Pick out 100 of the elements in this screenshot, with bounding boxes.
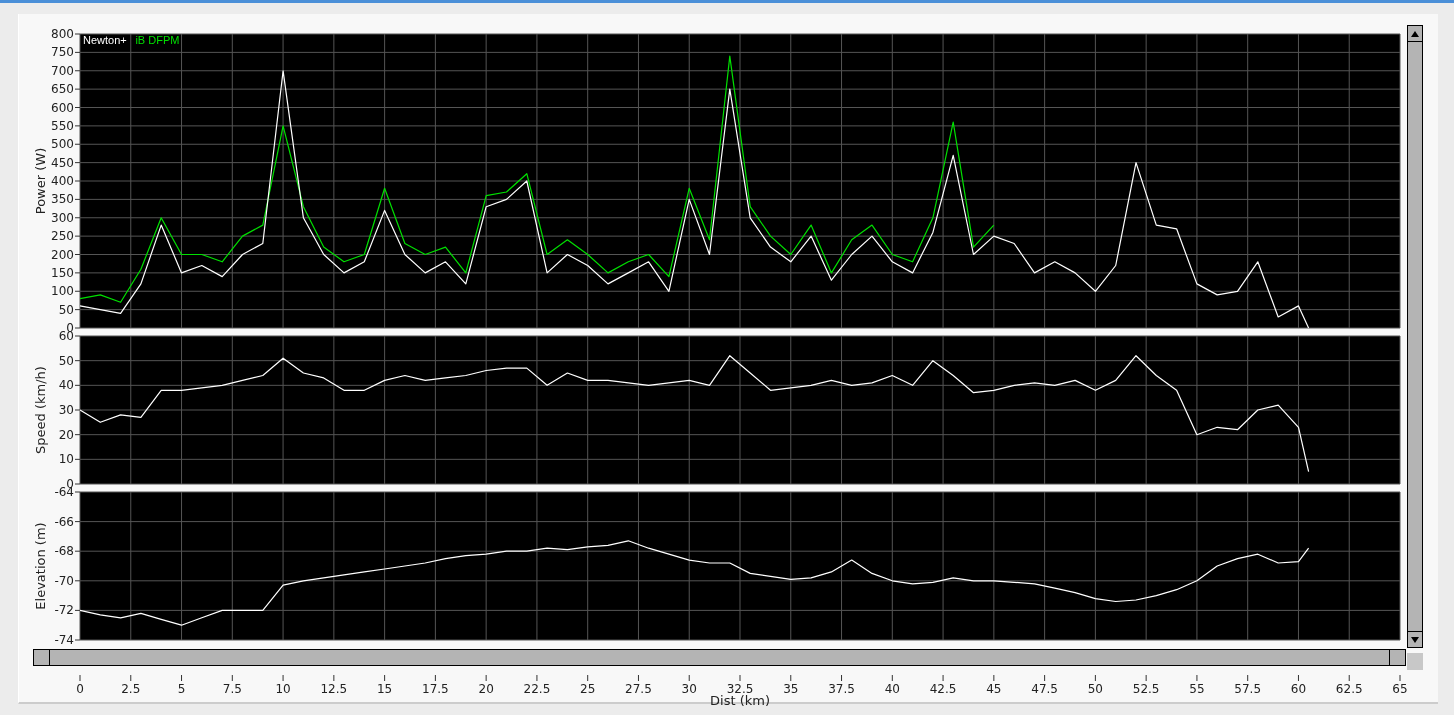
axis-tick-label: 350 [51, 192, 74, 207]
tick-mark [74, 198, 81, 200]
tick-mark [790, 674, 792, 682]
tick-mark [993, 674, 995, 682]
tick-mark [74, 125, 81, 127]
axis-tick-label: 35 [783, 682, 799, 696]
tick-mark [637, 674, 639, 682]
tick-mark [1044, 674, 1046, 682]
axis-tick-label: 500 [51, 137, 74, 152]
axis-tick-label: 150 [51, 265, 74, 280]
scroll-down-button[interactable] [1408, 631, 1422, 647]
tick-mark [1196, 674, 1198, 682]
tick-mark [333, 674, 335, 682]
axis-tick-label: 250 [51, 229, 74, 244]
tick-mark [587, 674, 589, 682]
tick-mark [384, 674, 386, 682]
axis-tick-label: 15 [376, 682, 393, 696]
tick-mark [74, 609, 81, 611]
axis-tick-label: 5 [177, 682, 186, 696]
tick-mark [130, 674, 132, 682]
axis-tick-label: 50 [58, 302, 74, 317]
axis-tick-label: -70 [54, 573, 74, 588]
scrollbar-thumb[interactable] [49, 649, 1390, 666]
axis-tick-label: 65 [1392, 682, 1408, 696]
tick-mark [74, 384, 81, 386]
tick-mark [74, 360, 81, 362]
axis-tick-label: 800 [51, 27, 74, 41]
axis-tick-label: 47.5 [1031, 682, 1058, 696]
axis-tick-label: 60 [1290, 682, 1307, 696]
axis-tick-label: 50 [58, 353, 74, 368]
tick-mark [282, 674, 284, 682]
scroll-up-button[interactable] [1408, 26, 1422, 42]
tick-mark [74, 409, 81, 411]
tick-mark [688, 674, 690, 682]
axis-tick-label: 55 [1189, 682, 1205, 696]
axis-title: Speed (km/h) [33, 366, 48, 454]
axis-tick-label: -72 [54, 603, 74, 618]
tick-mark [74, 217, 81, 219]
axis-tick-label: 27.5 [625, 682, 652, 696]
axis-tick-label: 45 [986, 682, 1002, 696]
axis-tick-label: 600 [51, 100, 74, 115]
tick-mark [74, 180, 81, 182]
tick-mark [1348, 674, 1350, 682]
axis-tick-label: 400 [51, 174, 74, 188]
axis-tick-label: 10 [275, 682, 291, 696]
tick-mark [74, 458, 81, 460]
axis-tick-label: 7.5 [222, 682, 242, 696]
axis-tick-label: 200 [51, 247, 74, 262]
tick-mark [1297, 674, 1299, 682]
scrollbar-corner [1407, 653, 1423, 670]
tick-mark [74, 290, 81, 292]
tick-mark [891, 674, 893, 682]
tick-mark [74, 33, 81, 35]
axis-tick-label: 25 [580, 682, 596, 696]
axis-title: Power (W) [33, 147, 48, 215]
axis-title: Elevation (m) [33, 522, 48, 610]
axis-tick-label: 40 [884, 682, 900, 696]
axis-tick-label: 30 [58, 403, 74, 417]
axis-tick-label: 450 [51, 155, 74, 170]
scroll-right-button[interactable] [1389, 649, 1406, 666]
tick-mark [434, 674, 436, 682]
axis-tick-label: 42.5 [929, 682, 957, 696]
axis-tick-label: 32.5 [726, 682, 754, 696]
axis-tick-label: 57.5 [1234, 682, 1262, 696]
tick-mark [74, 51, 81, 53]
axis-tick-label: -74 [54, 633, 74, 647]
axis-tick-label: 37.5 [828, 682, 855, 696]
tick-mark [74, 88, 81, 90]
axis-tick-label: 20 [58, 427, 74, 442]
legend-label: Newton+ [83, 34, 127, 46]
tick-mark [74, 521, 81, 523]
up-arrow-icon [1411, 30, 1419, 37]
tick-mark [74, 162, 81, 164]
tick-mark [739, 674, 741, 682]
tick-mark [74, 580, 81, 582]
axis-tick-label: 0 [76, 682, 84, 696]
axis-tick-label: 20 [478, 682, 494, 696]
tick-mark [181, 674, 183, 682]
tick-mark [1145, 674, 1147, 682]
tick-mark [74, 272, 81, 274]
axis-tick-label: 12.5 [320, 682, 348, 696]
down-arrow-icon [1411, 636, 1419, 643]
axis-tick-label: 750 [51, 45, 74, 60]
tick-mark [1399, 674, 1401, 682]
tick-mark [485, 674, 487, 682]
axis-tick-label: 10 [58, 452, 74, 467]
axis-tick-label: 100 [51, 284, 74, 299]
axis-title: Dist (km) [710, 693, 770, 708]
tick-mark [1094, 674, 1096, 682]
tick-mark [74, 434, 81, 436]
tick-mark [1247, 674, 1249, 682]
axis-tick-label: 650 [51, 82, 74, 97]
scroll-left-button[interactable] [33, 649, 50, 666]
tick-mark [74, 70, 81, 72]
axis-tick-label: 22.5 [523, 682, 551, 696]
scrollbar-thumb[interactable] [1408, 42, 1422, 631]
tick-mark [942, 674, 944, 682]
tick-mark [74, 235, 81, 237]
tick-mark [231, 674, 233, 682]
axis-tick-label: 30 [681, 682, 697, 696]
